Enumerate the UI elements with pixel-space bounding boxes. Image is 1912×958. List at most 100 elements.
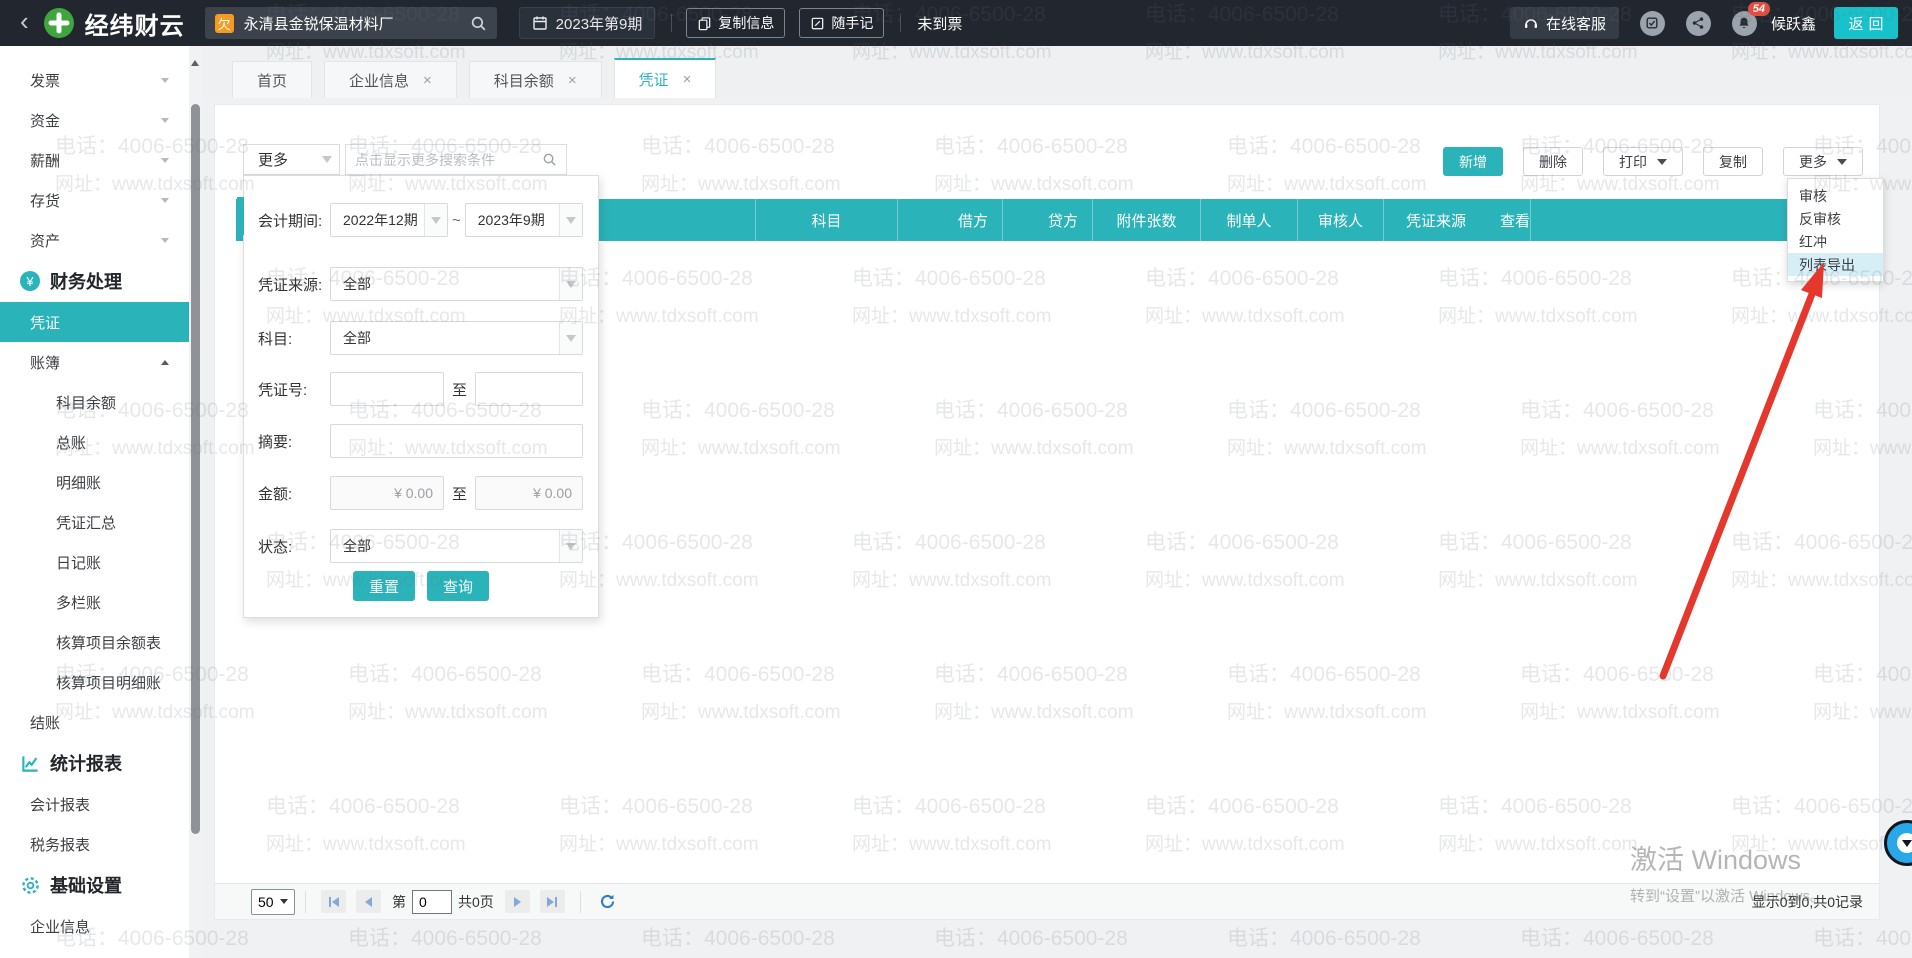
sidebar-item[interactable]: ¥ 凭证汇总 (0, 502, 189, 542)
scroll-up-icon[interactable] (191, 60, 199, 66)
sidebar-item-label: 财务处理 (50, 268, 122, 294)
share-icon[interactable] (1686, 11, 1711, 36)
more-button[interactable]: 更多 (1783, 147, 1863, 176)
sidebar-item[interactable]: ¥ 核算项目余额表 (0, 622, 189, 662)
status-select[interactable]: 全部 (330, 529, 583, 563)
page-prefix-label: 第 (392, 892, 406, 912)
chevron-down-icon (559, 322, 582, 354)
quick-note-button[interactable]: 随手记 (799, 8, 884, 38)
amount-to-input[interactable] (475, 476, 583, 510)
query-button[interactable]: 查询 (427, 571, 489, 601)
sidebar-item[interactable]: ¥ 科目余额 (0, 382, 189, 422)
amount-from-input[interactable] (330, 476, 444, 510)
close-icon[interactable]: × (683, 71, 692, 88)
chevron-down-icon (161, 198, 169, 203)
page-size-select[interactable]: 50 (251, 889, 295, 915)
online-service-button[interactable]: 在线客服 (1510, 7, 1619, 39)
sidebar-item[interactable]: ¥ 凭证 (0, 302, 189, 342)
sidebar-item-label: 核算项目明细账 (56, 672, 161, 693)
voucher-no-from-input[interactable] (330, 372, 444, 406)
search-icon (542, 152, 557, 167)
menu-item[interactable]: 列表导出 (1788, 253, 1883, 276)
column-header-label: 审核人 (1318, 210, 1363, 231)
last-page-button[interactable] (540, 890, 565, 913)
sidebar-item[interactable]: ¥ 资产 (0, 220, 189, 260)
period-from-select[interactable]: 2022年12期 (330, 203, 448, 237)
page-input[interactable] (412, 890, 452, 914)
filter-search-box[interactable] (345, 144, 567, 175)
column-header[interactable]: 借方 (898, 199, 1003, 241)
column-header[interactable]: 科目 (756, 199, 898, 241)
column-header[interactable]: 凭证来源 (1384, 199, 1500, 241)
sidebar-item[interactable]: ¥ 结账 (0, 702, 189, 742)
menu-item[interactable]: 反审核 (1788, 207, 1883, 230)
sidebar-item-label: 核算项目余额表 (56, 632, 161, 653)
menu-item[interactable]: 红冲 (1788, 230, 1883, 253)
delete-button[interactable]: 删除 (1523, 147, 1583, 176)
tab[interactable]: 科目余额 × (469, 61, 602, 98)
period-to-select[interactable]: 2023年9期 (465, 203, 583, 237)
source-select[interactable]: 全部 (330, 267, 583, 301)
filter-more-select[interactable]: 更多 (243, 144, 340, 175)
sidebar-item[interactable]: ¥ 基础设置 (0, 864, 189, 906)
chevron-down-icon (161, 238, 169, 243)
voucher-no-to-input[interactable] (475, 372, 583, 406)
menu-item[interactable]: 审核 (1788, 184, 1883, 207)
sidebar-item[interactable]: ¥ 薪酬 (0, 140, 189, 180)
reset-button[interactable]: 重置 (353, 571, 415, 601)
tasks-icon[interactable] (1640, 11, 1665, 36)
sidebar-item[interactable]: ¥ 日记账 (0, 542, 189, 582)
first-page-button[interactable] (321, 890, 346, 913)
filter-more-label: 更多 (244, 149, 315, 170)
column-header[interactable]: 附件张数 (1093, 199, 1201, 241)
sidebar-item[interactable]: ¥ 资金 (0, 100, 189, 140)
copy-button[interactable]: 复制 (1703, 147, 1763, 176)
accent-bar (237, 197, 244, 235)
sidebar-item[interactable]: ¥ 会计报表 (0, 784, 189, 824)
period-selector[interactable]: 2023年第9期 (519, 7, 656, 39)
not-arrived-label[interactable]: 未到票 (917, 13, 962, 34)
close-icon[interactable]: × (568, 72, 577, 89)
copy-info-button[interactable]: 复制信息 (686, 8, 785, 38)
sidebar-item[interactable]: ¥ 财务处理 (0, 260, 189, 302)
prev-page-button[interactable] (356, 890, 381, 913)
sidebar-item[interactable]: ¥ 明细账 (0, 462, 189, 502)
sidebar-item[interactable]: ¥ 核算项目明细账 (0, 662, 189, 702)
divider (900, 14, 901, 32)
period-to-value: 2023年9期 (466, 210, 545, 230)
print-button[interactable]: 打印 (1603, 147, 1683, 176)
column-header[interactable]: 制单人 (1201, 199, 1298, 241)
tab[interactable]: 企业信息 × (324, 61, 457, 98)
sidebar-item[interactable]: ¥ 统计报表 (0, 742, 189, 784)
tab[interactable]: 凭证 × (614, 58, 717, 98)
column-header[interactable]: 贷方 (1003, 199, 1093, 241)
sidebar-item[interactable]: ¥ 存货 (0, 180, 189, 220)
refresh-icon[interactable] (599, 893, 616, 910)
return-button[interactable]: 返回 (1834, 7, 1898, 39)
status-label: 状态: (258, 536, 330, 557)
sidebar-item[interactable]: ¥ 总账 (0, 422, 189, 462)
chevron-down-icon (280, 899, 288, 904)
add-button[interactable]: 新增 (1443, 147, 1503, 176)
copy-icon (697, 16, 712, 31)
filter-search-input[interactable] (355, 152, 542, 168)
scrollbar-thumb[interactable] (191, 104, 200, 834)
sidebar-item[interactable]: ¥ 发票 (0, 60, 189, 100)
summary-input[interactable] (330, 424, 583, 458)
column-header[interactable]: 查看 (1500, 199, 1531, 241)
company-search[interactable]: 欠 永清县金锐保温材料厂 (205, 7, 497, 39)
next-page-button[interactable] (505, 890, 530, 913)
username[interactable]: 候跃鑫 (1771, 13, 1816, 34)
sidebar-item[interactable]: ¥ 多栏账 (0, 582, 189, 622)
sidebar-item[interactable]: ¥ 企业信息 (0, 906, 189, 946)
back-chevron-icon[interactable]: ‹ (20, 8, 29, 34)
sidebar-scrollbar[interactable] (189, 46, 202, 958)
sidebar-item[interactable]: ¥ 税务报表 (0, 824, 189, 864)
column-header[interactable]: 审核人 (1298, 199, 1384, 241)
subject-select[interactable]: 全部 (330, 321, 583, 355)
sidebar-item[interactable]: ¥ 账簿 (0, 342, 189, 382)
tab-label: 凭证 (639, 69, 669, 90)
tab[interactable]: 首页 × (232, 61, 312, 98)
close-icon[interactable]: × (423, 72, 432, 89)
notification-bell-icon[interactable]: 54 (1732, 11, 1757, 36)
